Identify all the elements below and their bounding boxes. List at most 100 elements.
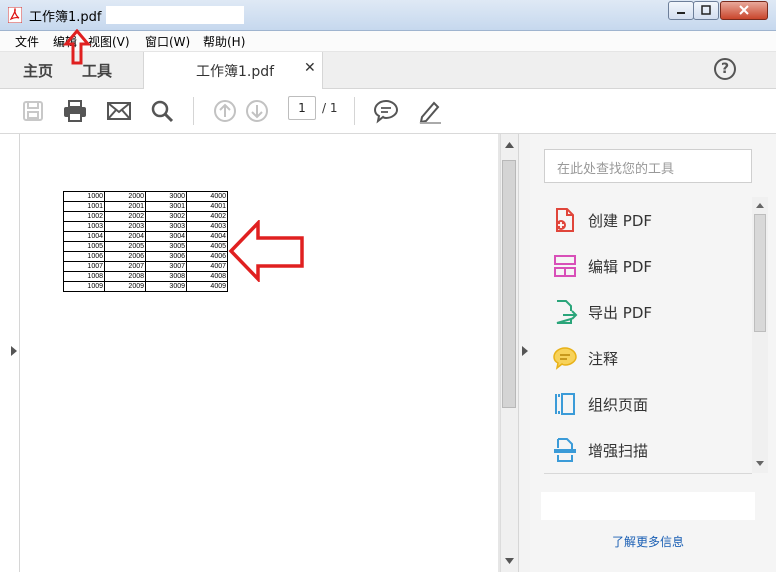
table-cell: 1000 bbox=[63, 191, 105, 202]
table-cell: 3007 bbox=[145, 261, 187, 272]
tool-search-input[interactable]: 在此处查找您的工具 bbox=[544, 149, 752, 183]
table-cell: 1003 bbox=[63, 221, 105, 232]
acrobat-app-icon bbox=[8, 7, 22, 23]
comment-tool-icon bbox=[553, 347, 577, 370]
up-arrow-annotation bbox=[62, 29, 92, 65]
table-cell: 2003 bbox=[104, 221, 146, 232]
organize-pages-icon bbox=[555, 393, 575, 415]
tools-scroll-thumb[interactable] bbox=[754, 214, 766, 332]
tool-export-pdf[interactable]: 导出 PDF bbox=[552, 297, 742, 327]
export-pdf-icon bbox=[556, 300, 578, 324]
window-title: 工作簿1.pdf - bbox=[29, 10, 111, 25]
table-cell: 1002 bbox=[63, 211, 105, 222]
page-up-icon[interactable] bbox=[212, 98, 238, 124]
page-number-input[interactable]: 1 bbox=[288, 96, 316, 120]
table-row: 1009 2009 3009 4009 bbox=[63, 281, 228, 292]
tool-label: 组织页面 bbox=[588, 396, 649, 414]
table-row: 1005 2005 3005 4005 bbox=[63, 241, 228, 252]
comment-icon[interactable] bbox=[373, 98, 399, 124]
tab-home[interactable]: 主页 bbox=[23, 60, 53, 81]
expand-left-icon bbox=[11, 346, 17, 356]
table-cell: 2005 bbox=[104, 241, 146, 252]
promo-area bbox=[541, 492, 755, 520]
table-row: 1000 2000 3000 4000 bbox=[63, 191, 228, 202]
scroll-down-icon[interactable] bbox=[756, 461, 764, 466]
table-cell: 4003 bbox=[186, 221, 228, 232]
tool-label: 创建 PDF bbox=[588, 212, 652, 230]
table-cell: 1001 bbox=[63, 201, 105, 212]
table-cell: 2007 bbox=[104, 261, 146, 272]
table-cell: 4008 bbox=[186, 271, 228, 282]
document-scroll-thumb[interactable] bbox=[502, 160, 516, 408]
tool-comment[interactable]: 注释 bbox=[552, 343, 742, 373]
table-cell: 2008 bbox=[104, 271, 146, 282]
table-cell: 4000 bbox=[186, 191, 228, 202]
tool-create-pdf[interactable]: 创建 PDF bbox=[552, 205, 742, 235]
tool-organize-pages[interactable]: 组织页面 bbox=[552, 389, 742, 419]
menu-window[interactable]: 窗口(W) bbox=[145, 33, 190, 50]
tool-label: 导出 PDF bbox=[588, 304, 652, 322]
tool-label: 注释 bbox=[588, 350, 619, 368]
scroll-down-icon[interactable] bbox=[505, 558, 514, 564]
table-cell: 1006 bbox=[63, 251, 105, 262]
tool-label: 增强扫描 bbox=[588, 442, 649, 460]
table-cell: 1004 bbox=[63, 231, 105, 242]
table-row: 1004 2004 3004 4004 bbox=[63, 231, 228, 242]
tab-document[interactable]: 工作簿1.pdf ✕ bbox=[143, 52, 323, 89]
tool-enhance-scan[interactable]: 增强扫描 bbox=[552, 435, 742, 465]
tool-list: 创建 PDF 编辑 PDF 导出 PDF 注释 组织页面 增强扫描 bbox=[544, 197, 752, 474]
menu-view[interactable]: 视图(V) bbox=[88, 33, 130, 50]
menu-file[interactable]: 文件 bbox=[15, 33, 39, 50]
document-tab-label: 工作簿1.pdf bbox=[196, 64, 275, 80]
table-cell: 2004 bbox=[104, 231, 146, 242]
scroll-up-icon[interactable] bbox=[505, 142, 514, 148]
search-icon[interactable] bbox=[149, 98, 175, 124]
table-cell: 3006 bbox=[145, 251, 187, 262]
close-icon bbox=[739, 5, 749, 15]
save-icon[interactable] bbox=[20, 98, 46, 124]
table-row: 1001 2001 3001 4001 bbox=[63, 201, 228, 212]
left-arrow-annotation bbox=[228, 220, 304, 282]
learn-more-link[interactable]: 了解更多信息 bbox=[612, 533, 684, 550]
print-icon[interactable] bbox=[62, 98, 88, 124]
email-icon[interactable] bbox=[106, 98, 132, 124]
table-cell: 1007 bbox=[63, 261, 105, 272]
table-row: 1007 2007 3007 4007 bbox=[63, 261, 228, 272]
help-icon[interactable]: ? bbox=[714, 58, 736, 80]
menu-help[interactable]: 帮助(H) bbox=[203, 33, 245, 50]
toolbar-divider bbox=[193, 97, 194, 125]
left-panel-toggle[interactable] bbox=[0, 134, 20, 572]
table-cell: 4001 bbox=[186, 201, 228, 212]
table-cell: 3001 bbox=[145, 201, 187, 212]
table-cell: 2001 bbox=[104, 201, 146, 212]
tab-bar: 主页 工具 bbox=[0, 52, 776, 89]
maximize-button[interactable] bbox=[693, 1, 719, 20]
table-cell: 1008 bbox=[63, 271, 105, 282]
table-cell: 4004 bbox=[186, 231, 228, 242]
table-cell: 2000 bbox=[104, 191, 146, 202]
table-row: 1003 2003 3003 4003 bbox=[63, 221, 228, 232]
table-cell: 2006 bbox=[104, 251, 146, 262]
tool-edit-pdf[interactable]: 编辑 PDF bbox=[552, 251, 742, 281]
tab-close-icon[interactable]: ✕ bbox=[304, 60, 316, 76]
minimize-icon bbox=[677, 12, 685, 14]
redacted-title-area bbox=[106, 6, 244, 24]
table-cell: 4009 bbox=[186, 281, 228, 292]
table-cell: 1009 bbox=[63, 281, 105, 292]
edit-pdf-icon bbox=[554, 255, 576, 277]
collapse-right-icon bbox=[522, 346, 528, 356]
table-cell: 3000 bbox=[145, 191, 187, 202]
table-row: 1002 2002 3002 4002 bbox=[63, 211, 228, 222]
table-row: 1006 2006 3006 4006 bbox=[63, 251, 228, 262]
data-table: 1000 2000 3000 4000 1001 2001 3001 4001 1002 2002… bbox=[63, 191, 228, 292]
table-cell: 4007 bbox=[186, 261, 228, 272]
minimize-button[interactable] bbox=[668, 1, 694, 20]
close-button[interactable] bbox=[720, 1, 768, 20]
pen-icon[interactable] bbox=[417, 98, 443, 124]
right-panel-toggle[interactable] bbox=[518, 134, 530, 572]
maximize-icon bbox=[701, 5, 711, 15]
page-down-icon[interactable] bbox=[244, 98, 270, 124]
table-cell: 2002 bbox=[104, 211, 146, 222]
scroll-up-icon[interactable] bbox=[756, 203, 764, 208]
table-cell: 4005 bbox=[186, 241, 228, 252]
